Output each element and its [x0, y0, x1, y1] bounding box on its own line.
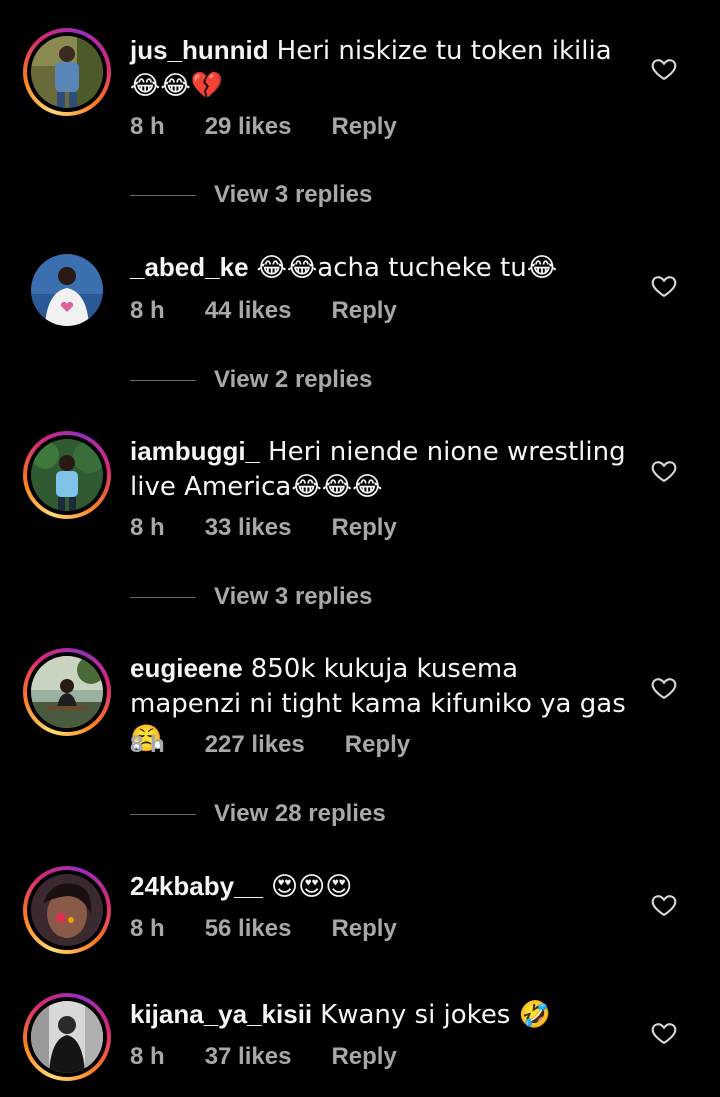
comment-username[interactable]: eugieene	[130, 653, 243, 683]
replies-divider	[130, 596, 196, 598]
view-replies-button[interactable]: View 28 replies	[130, 800, 386, 828]
comment-username[interactable]: jus_hunnid	[130, 35, 269, 65]
comment-meta: 8 h 227 likes Reply	[130, 731, 410, 759]
comment-likes[interactable]: 37 likes	[205, 1043, 292, 1071]
comment-likes[interactable]: 227 likes	[205, 731, 305, 759]
heart-icon[interactable]	[650, 1019, 678, 1047]
view-replies-button[interactable]: View 2 replies	[130, 366, 372, 394]
reply-button[interactable]: Reply	[331, 915, 396, 943]
avatar[interactable]	[31, 439, 103, 511]
comment-time: 8 h	[130, 731, 165, 758]
heart-icon[interactable]	[650, 891, 678, 919]
reply-button[interactable]: Reply	[331, 297, 396, 325]
reply-button[interactable]: Reply	[331, 113, 396, 141]
comment-time: 8 h	[130, 915, 165, 942]
avatar[interactable]	[31, 254, 103, 326]
comment-username[interactable]: iambuggi_	[130, 436, 260, 466]
view-replies-label: View 3 replies	[214, 583, 373, 610]
story-ring[interactable]	[23, 993, 111, 1081]
story-ring[interactable]	[23, 431, 111, 519]
heart-icon[interactable]	[650, 457, 678, 485]
view-replies-button[interactable]: View 3 replies	[130, 583, 372, 611]
comment-likes[interactable]: 33 likes	[205, 514, 292, 542]
comment-meta: 8 h 44 likes Reply	[130, 297, 397, 325]
comment-text: 😂😂acha tucheke tu😂	[256, 253, 558, 283]
heart-icon[interactable]	[650, 55, 678, 83]
comment-likes[interactable]: 29 likes	[205, 113, 292, 141]
replies-divider	[130, 813, 196, 815]
replies-divider	[130, 379, 196, 381]
comment-time: 8 h	[130, 514, 165, 541]
comment-meta: 8 h 33 likes Reply	[130, 514, 397, 542]
comment-text-block: 24kbaby__ 😍😍😍	[130, 869, 630, 904]
avatar[interactable]	[31, 656, 103, 728]
comment-text-block: jus_hunnid Heri niskize tu token ikilia😂😂…	[130, 33, 630, 103]
comment-username[interactable]: 24kbaby__	[130, 871, 263, 901]
avatar[interactable]	[31, 36, 103, 108]
avatar[interactable]	[31, 1001, 103, 1073]
view-replies-button[interactable]: View 3 replies	[130, 181, 372, 209]
comment-meta: 8 h 29 likes Reply	[130, 113, 397, 141]
reply-button[interactable]: Reply	[331, 1043, 396, 1071]
replies-divider	[130, 194, 196, 196]
comment-username[interactable]: kijana_ya_kisii	[130, 999, 312, 1029]
comment-time: 8 h	[130, 1043, 165, 1070]
avatar[interactable]	[31, 874, 103, 946]
comment-meta: 8 h 37 likes Reply	[130, 1043, 397, 1071]
comment-likes[interactable]: 56 likes	[205, 915, 292, 943]
view-replies-label: View 3 replies	[214, 181, 373, 208]
reply-button[interactable]: Reply	[345, 731, 410, 759]
view-replies-label: View 28 replies	[214, 800, 386, 827]
comment-username[interactable]: _abed_ke	[130, 252, 249, 282]
comment-time: 8 h	[130, 297, 165, 324]
heart-icon[interactable]	[650, 674, 678, 702]
story-ring[interactable]	[23, 28, 111, 116]
story-ring[interactable]	[23, 866, 111, 954]
comment-text-block: iambuggi_ Heri niende nione wrestling liv…	[130, 434, 630, 504]
comment-likes[interactable]: 44 likes	[205, 297, 292, 325]
comment-text: Kwany si jokes 🤣	[320, 1000, 551, 1030]
comment-text-block: _abed_ke 😂😂acha tucheke tu😂	[130, 250, 630, 285]
comment-meta: 8 h 56 likes Reply	[130, 915, 397, 943]
comment-text: 😍😍😍	[270, 872, 353, 902]
comment-time: 8 h	[130, 113, 165, 140]
story-ring[interactable]	[23, 648, 111, 736]
heart-icon[interactable]	[650, 272, 678, 300]
view-replies-label: View 2 replies	[214, 366, 373, 393]
comment-text-block: kijana_ya_kisii Kwany si jokes 🤣	[130, 997, 630, 1032]
reply-button[interactable]: Reply	[331, 514, 396, 542]
avatar-frame[interactable]	[23, 246, 111, 334]
